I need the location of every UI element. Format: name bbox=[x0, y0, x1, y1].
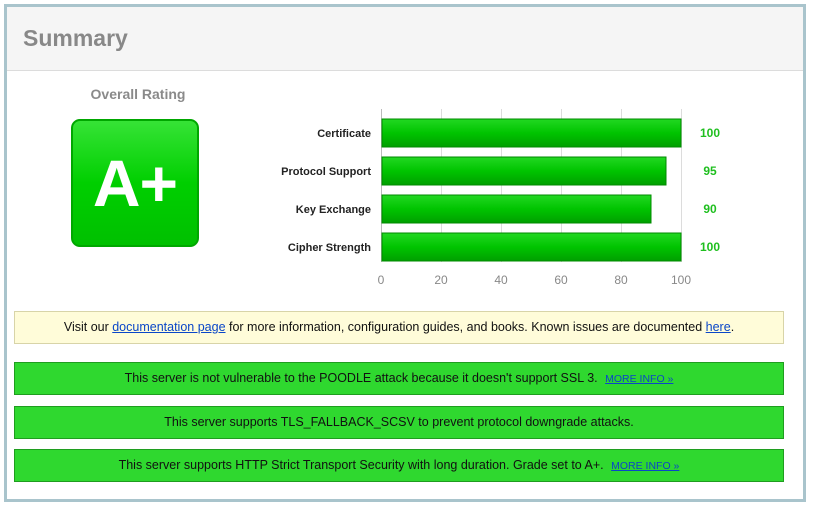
bar-key-exchange bbox=[381, 194, 652, 224]
hsts-notice: This server supports HTTP Strict Transpo… bbox=[14, 449, 784, 482]
bar-protocol-support bbox=[381, 156, 667, 186]
hsts-notice-text: This server supports HTTP Strict Transpo… bbox=[118, 458, 604, 472]
rating-bar-chart: Certificate 100 Protocol Support 95 Key Exch… bbox=[281, 109, 720, 287]
poodle-notice-text: This server is not vulnerable to the POO… bbox=[124, 371, 598, 385]
x-tick-label: 0 bbox=[378, 273, 385, 287]
poodle-more-info-link[interactable]: MORE INFO » bbox=[605, 373, 673, 385]
fallback-scsv-notice: This server supports TLS_FALLBACK_SCSV t… bbox=[14, 406, 784, 439]
doc-notice-middle: for more information, configuration guid… bbox=[225, 320, 706, 334]
poodle-notice: This server is not vulnerable to the POO… bbox=[14, 362, 784, 395]
x-tick-label: 80 bbox=[614, 273, 628, 287]
doc-notice-suffix: . bbox=[730, 320, 735, 334]
fallback-notice-text: This server supports TLS_FALLBACK_SCSV t… bbox=[164, 415, 634, 429]
value-label: 100 bbox=[700, 126, 720, 140]
documentation-notice: Visit our documentation page for more in… bbox=[14, 311, 784, 344]
category-label: Protocol Support bbox=[281, 166, 371, 178]
x-tick-label: 20 bbox=[434, 273, 448, 287]
x-tick-label: 40 bbox=[494, 273, 508, 287]
x-tick-label: 60 bbox=[554, 273, 568, 287]
x-tick-label: 100 bbox=[671, 273, 691, 287]
category-label: Key Exchange bbox=[296, 204, 371, 216]
known-issues-link[interactable]: here bbox=[706, 320, 731, 334]
value-label: 90 bbox=[703, 202, 717, 216]
doc-notice-prefix: Visit our bbox=[63, 320, 113, 334]
documentation-page-link[interactable]: documentation page bbox=[112, 320, 225, 334]
bar-certificate bbox=[381, 118, 682, 148]
value-label: 95 bbox=[703, 164, 717, 178]
hsts-more-info-link[interactable]: MORE INFO » bbox=[611, 460, 679, 472]
category-label: Cipher Strength bbox=[288, 242, 371, 254]
bar-cipher-strength bbox=[381, 232, 682, 262]
category-label: Certificate bbox=[317, 128, 371, 140]
value-label: 100 bbox=[700, 240, 720, 254]
